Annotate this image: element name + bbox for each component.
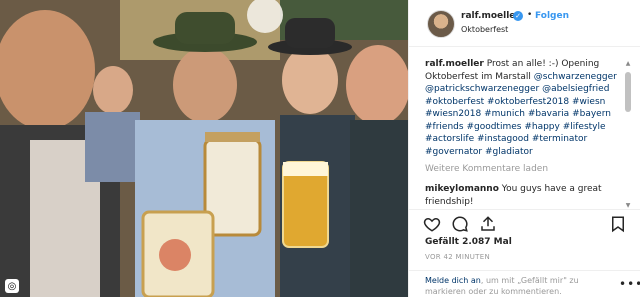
scroll-thumb[interactable] bbox=[625, 72, 631, 112]
hashtag-link[interactable]: #goodtimes bbox=[466, 122, 521, 132]
hashtag-link[interactable]: #oktoberfest2018 bbox=[487, 97, 569, 107]
mention-link[interactable]: @schwarzenegger bbox=[534, 72, 617, 82]
post-sidebar: ralf.moeller ✓ • Folgen Oktoberfest ralf… bbox=[408, 0, 640, 297]
hashtag-link[interactable]: #governator bbox=[425, 147, 482, 157]
mention-link[interactable]: @abelsiegfried bbox=[542, 84, 609, 94]
post-timestamp: VOR 42 MINUTEN bbox=[425, 253, 490, 261]
hashtag-link[interactable]: #wiesn bbox=[572, 97, 605, 107]
hashtag-link[interactable]: #instagood bbox=[477, 134, 529, 144]
avatar[interactable] bbox=[427, 10, 455, 38]
load-more-comments-link[interactable]: Weitere Kommentare laden bbox=[425, 164, 548, 174]
hashtag-link[interactable]: #happy bbox=[524, 122, 560, 132]
login-prompt: Melde dich an, um mit „Gefällt mir" zu m… bbox=[409, 270, 640, 298]
hashtag-link[interactable]: #bayern bbox=[572, 109, 611, 119]
hashtag-link[interactable]: #wiesn2018 bbox=[425, 109, 481, 119]
verified-badge-icon: ✓ bbox=[513, 11, 523, 21]
hashtag-link[interactable]: #gladiator bbox=[485, 147, 533, 157]
instagram-logo-icon: ◎ bbox=[5, 279, 19, 293]
comment-item: mikeylomanno You guys have a great frien… bbox=[425, 183, 625, 208]
hashtag-link[interactable]: #oktoberfest bbox=[425, 97, 484, 107]
hashtag-link[interactable]: #actorslife bbox=[425, 134, 474, 144]
post-location[interactable]: Oktoberfest bbox=[461, 25, 508, 34]
scroll-down-arrow-icon[interactable]: ▼ bbox=[625, 202, 631, 210]
mention-link[interactable]: @patrickschwarzenegger bbox=[425, 84, 539, 94]
more-options-icon[interactable]: ••• bbox=[619, 277, 640, 291]
bookmark-icon[interactable] bbox=[609, 215, 627, 233]
hashtag-link[interactable]: #friends bbox=[425, 122, 464, 132]
instagram-post: ◎ ralf.moeller ✓ • Folgen Oktoberfest ra… bbox=[0, 0, 640, 297]
login-text: Melde dich an, um mit „Gefällt mir" zu m… bbox=[425, 275, 610, 297]
post-username[interactable]: ralf.moeller bbox=[461, 11, 520, 21]
post-caption: ralf.moeller Prost an alle! :-) Opening … bbox=[425, 58, 625, 158]
comment-username[interactable]: mikeylomanno bbox=[425, 184, 499, 194]
photo-illustration bbox=[0, 0, 408, 297]
hashtag-link[interactable]: #bavaria bbox=[528, 109, 569, 119]
separator-dot: • bbox=[527, 10, 533, 20]
caption-username[interactable]: ralf.moeller bbox=[425, 59, 484, 69]
comments-scrollbar[interactable]: ▲ ▼ bbox=[625, 60, 631, 210]
hashtag-link[interactable]: #munich bbox=[484, 109, 525, 119]
share-icon[interactable] bbox=[479, 215, 497, 233]
scroll-up-arrow-icon[interactable]: ▲ bbox=[625, 60, 631, 68]
follow-button[interactable]: Folgen bbox=[535, 11, 569, 21]
post-photo[interactable]: ◎ bbox=[0, 0, 408, 297]
hashtag-link[interactable]: #lifestyle bbox=[563, 122, 606, 132]
comment-bubble-icon[interactable] bbox=[451, 215, 469, 233]
login-link[interactable]: Melde dich an bbox=[425, 276, 481, 285]
like-count[interactable]: Gefällt 2.087 Mal bbox=[425, 237, 512, 247]
post-header: ralf.moeller ✓ • Folgen Oktoberfest bbox=[409, 0, 640, 47]
hashtag-link[interactable]: #terminator bbox=[532, 134, 587, 144]
heart-icon[interactable] bbox=[423, 215, 441, 233]
